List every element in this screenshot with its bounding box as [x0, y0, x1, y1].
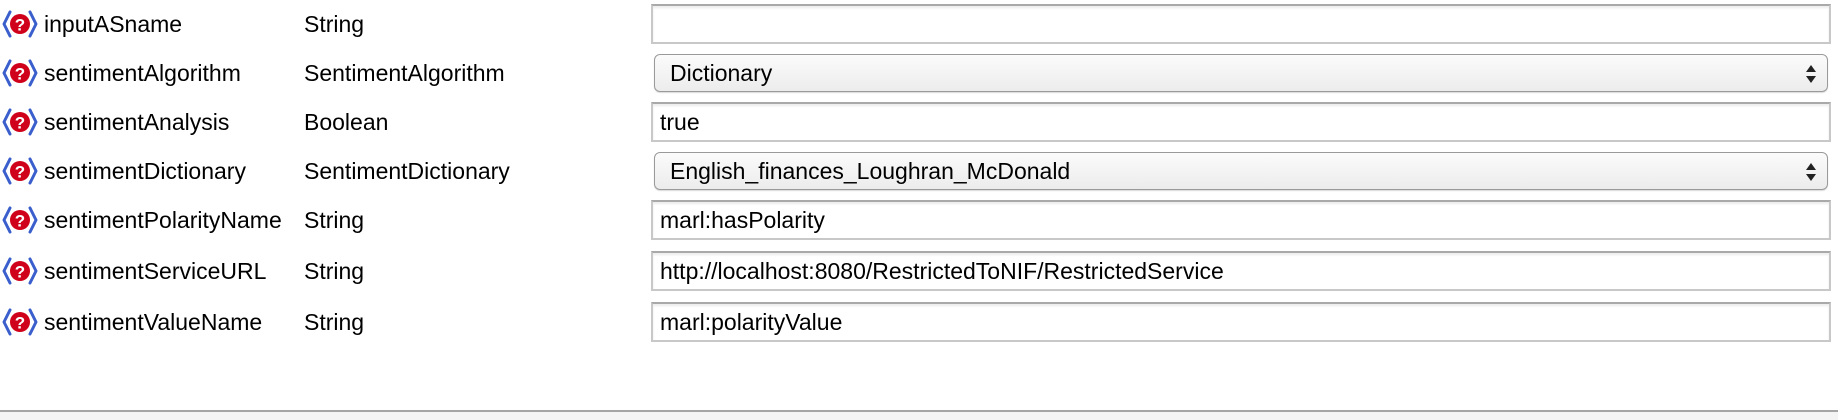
param-type: SentimentAlgorithm: [304, 60, 505, 86]
select-value: English_finances_Loughran_McDonald: [670, 158, 1071, 184]
param-name: sentimentPolarityName: [44, 207, 282, 233]
param-type: String: [304, 258, 365, 284]
param-value-input[interactable]: [651, 102, 1831, 142]
param-name: sentimentAnalysis: [44, 109, 230, 135]
param-name: sentimentValueName: [44, 309, 263, 335]
param-value-input[interactable]: [651, 251, 1831, 291]
param-row: ? inputASname String: [0, 4, 1838, 44]
help-icon[interactable]: ?: [2, 153, 38, 189]
param-row: ? sentimentAnalysis Boolean: [0, 102, 1838, 142]
param-value-select[interactable]: Dictionary: [654, 54, 1828, 92]
up-down-arrows-icon: [1805, 62, 1817, 86]
svg-text:?: ?: [15, 65, 25, 84]
param-row: ? sentimentPolarityName String: [0, 200, 1838, 240]
param-type: SentimentDictionary: [304, 158, 510, 184]
svg-text:?: ?: [15, 16, 25, 35]
param-row: ? sentimentValueName String: [0, 302, 1838, 342]
svg-text:?: ?: [15, 114, 25, 133]
param-name: sentimentServiceURL: [44, 258, 267, 284]
parameter-table: ? inputASname String ? sentimentAlgorith…: [0, 0, 1838, 420]
param-row: ? sentimentServiceURL String: [0, 251, 1838, 291]
param-name: sentimentAlgorithm: [44, 60, 241, 86]
param-type: String: [304, 11, 365, 37]
param-name: inputASname: [44, 11, 183, 37]
up-down-arrows-icon: [1805, 160, 1817, 184]
param-value-input[interactable]: [651, 4, 1831, 44]
param-value-input[interactable]: [651, 200, 1831, 240]
svg-text:?: ?: [15, 263, 25, 282]
param-value-input[interactable]: [651, 302, 1831, 342]
help-icon[interactable]: ?: [2, 253, 38, 289]
param-row: ? sentimentAlgorithm SentimentAlgorithm …: [0, 53, 1838, 93]
bottom-strip: [0, 412, 1838, 420]
param-type: String: [304, 309, 365, 335]
svg-text:?: ?: [15, 163, 25, 182]
param-value-select[interactable]: English_finances_Loughran_McDonald: [654, 152, 1828, 190]
help-icon[interactable]: ?: [2, 104, 38, 140]
help-icon[interactable]: ?: [2, 6, 38, 42]
help-icon[interactable]: ?: [2, 202, 38, 238]
help-icon[interactable]: ?: [2, 55, 38, 91]
help-icon[interactable]: ?: [2, 304, 38, 340]
param-row: ? sentimentDictionary SentimentDictionar…: [0, 151, 1838, 191]
param-name: sentimentDictionary: [44, 158, 246, 184]
param-type: String: [304, 207, 365, 233]
svg-text:?: ?: [15, 212, 25, 231]
svg-text:?: ?: [15, 314, 25, 333]
select-value: Dictionary: [670, 60, 773, 86]
param-type: Boolean: [304, 109, 389, 135]
